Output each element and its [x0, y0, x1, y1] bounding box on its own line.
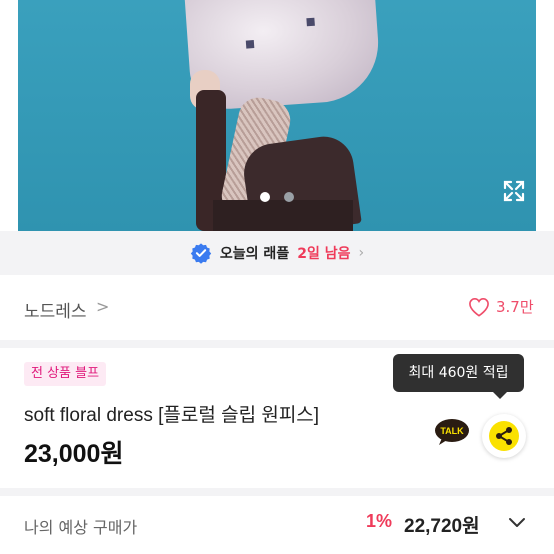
carousel-dot[interactable]	[284, 192, 294, 202]
promo-badge: 전 상품 블프	[24, 362, 107, 386]
shop-row: 노드레스 > 3.7만	[0, 288, 554, 328]
verified-check-icon	[190, 243, 212, 264]
shop-name-link[interactable]: 노드레스	[24, 297, 87, 322]
chevron-right-icon: ›	[358, 245, 365, 261]
like-count: 3.7만	[496, 298, 534, 316]
carousel-dot-active[interactable]	[260, 192, 270, 202]
section-divider	[0, 488, 554, 496]
raffle-remaining: 2일 남음	[297, 246, 351, 262]
share-button[interactable]	[482, 414, 526, 458]
expand-icon[interactable]	[502, 179, 526, 203]
carousel-indicator	[260, 192, 294, 202]
heart-icon	[469, 297, 489, 317]
share-icon	[489, 421, 519, 451]
product-title: soft floral dress [플로럴 슬립 원피스]	[24, 405, 320, 426]
talk-label: TALK	[440, 426, 464, 436]
chevron-down-icon[interactable]	[508, 516, 526, 530]
kakaotalk-share-button[interactable]: TALK	[434, 418, 470, 446]
raffle-banner[interactable]: 오늘의 래플 2일 남음 ›	[0, 231, 554, 275]
reward-tooltip: 최대 460원 적립	[393, 354, 524, 399]
section-divider	[0, 340, 554, 348]
like-button[interactable]: 3.7만	[468, 296, 534, 317]
product-image-carousel[interactable]	[0, 0, 554, 231]
estimated-price-row[interactable]: 나의 예상 구매가 1% 22,720원	[0, 508, 554, 544]
raffle-label: 오늘의 래플	[219, 246, 290, 262]
discount-percent: 1%	[366, 511, 393, 531]
product-price: 23,000원	[24, 440, 124, 468]
estimated-price: 22,720원	[404, 516, 480, 537]
chair-seat-shape	[213, 200, 353, 231]
chevron-right-icon: >	[96, 297, 110, 316]
estimated-price-label: 나의 예상 구매가	[24, 518, 138, 537]
